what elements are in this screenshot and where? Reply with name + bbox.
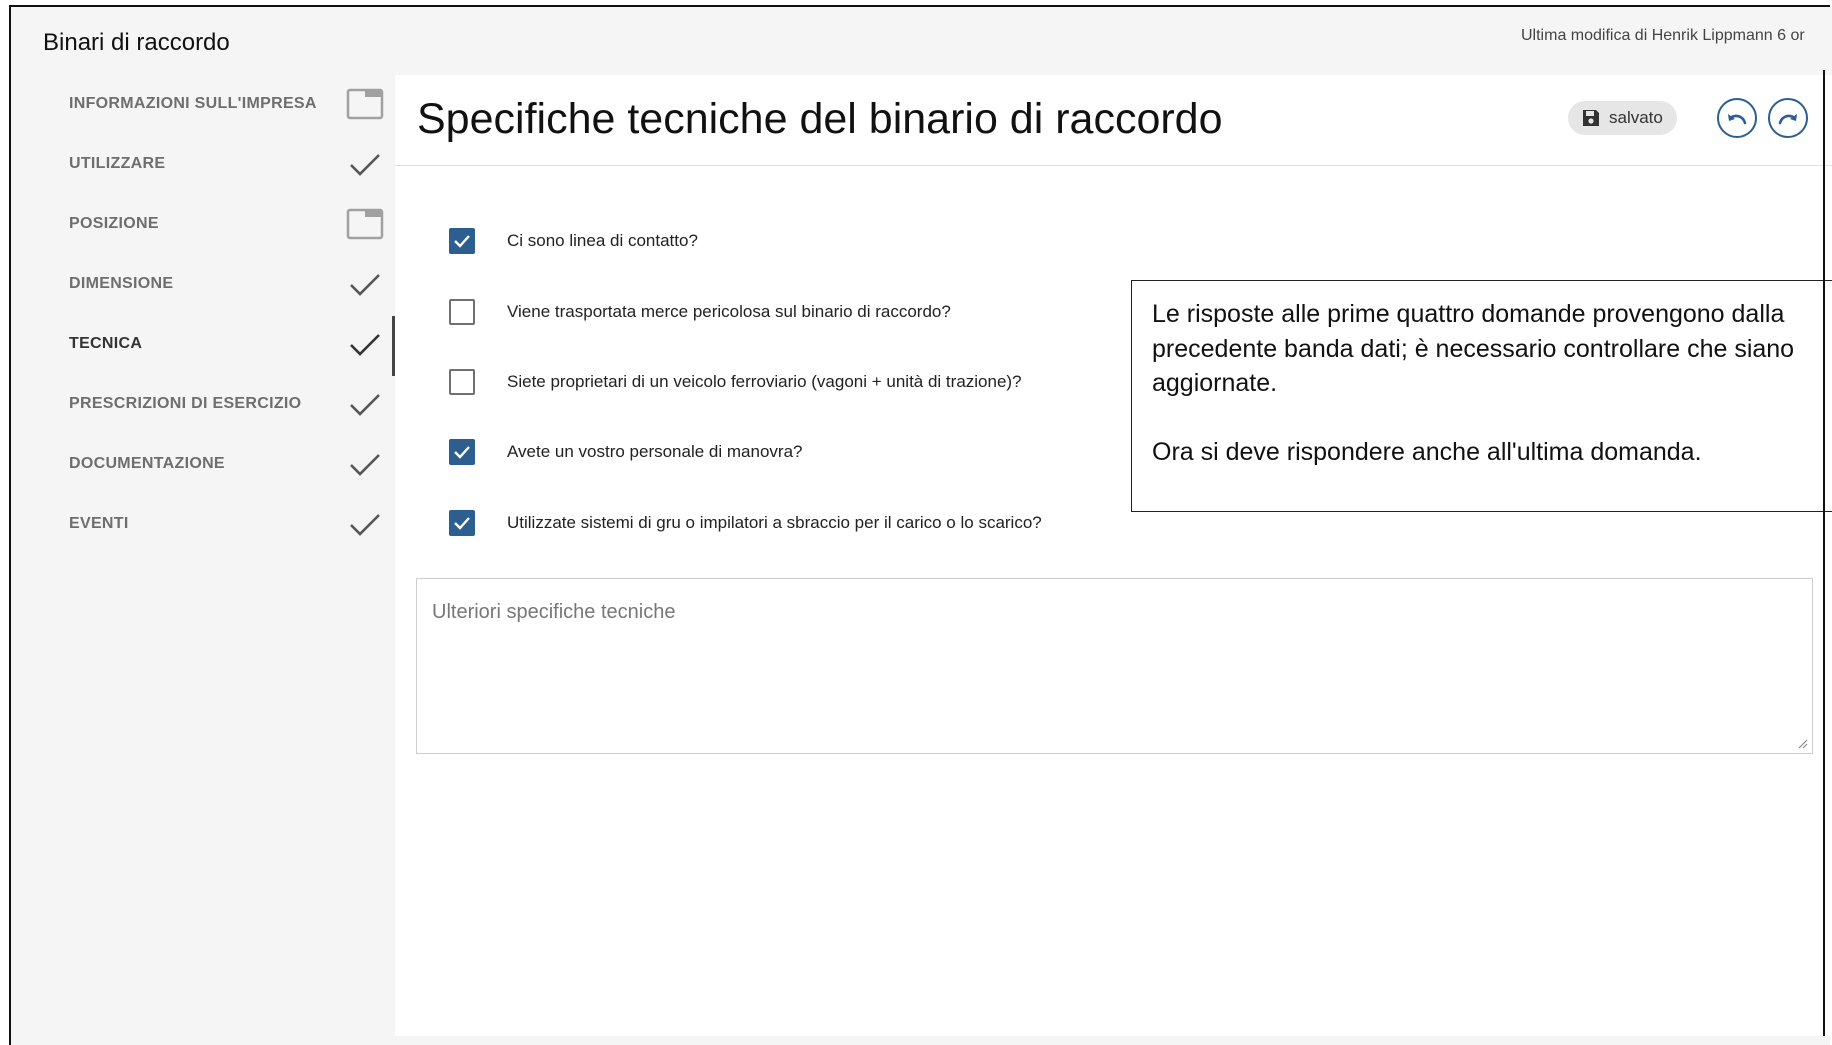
question-row-dangerous-goods[interactable]: Viene trasportata merce pericolosa sul b… — [449, 297, 951, 327]
window-icon — [346, 208, 384, 240]
question-row-cranes[interactable]: Utilizzate sistemi di gru o impilatori a… — [449, 508, 1042, 538]
question-label: Viene trasportata merce pericolosa sul b… — [507, 302, 951, 321]
check-icon — [350, 514, 380, 536]
sidebar-item-label: DOCUMENTAZIONE — [69, 455, 225, 472]
sidebar-item-label: TECNICA — [69, 335, 143, 352]
check-icon — [350, 454, 380, 476]
sidebar-item-tecnica[interactable]: TECNICA — [11, 315, 394, 375]
top-bar: Binari di raccordo Ultima modifica di He… — [11, 7, 1832, 75]
undo-button[interactable] — [1717, 98, 1757, 138]
undo-icon — [1728, 114, 1747, 125]
sidebar-item-dimensione[interactable]: DIMENSIONE — [11, 255, 394, 315]
sidebar-item-utilizzare[interactable]: UTILIZZARE — [11, 135, 394, 195]
question-row-vehicle-owner[interactable]: Siete proprietari di un veicolo ferrovia… — [449, 367, 1022, 397]
sidebar-item-label: POSIZIONE — [69, 215, 159, 232]
check-icon — [454, 235, 470, 248]
check-icon — [350, 394, 380, 416]
question-label: Avete un vostro personale di manovra? — [507, 442, 803, 461]
saved-label: salvato — [1609, 108, 1663, 127]
header-divider — [395, 165, 1832, 166]
sidebar: INFORMAZIONI SULL'IMPRESA UTILIZZARE POS… — [11, 75, 394, 1036]
frame-right-edge — [1823, 70, 1825, 1036]
checkbox-unchecked[interactable] — [449, 369, 475, 395]
checkbox-checked[interactable] — [449, 439, 475, 465]
question-row-contact-line[interactable]: Ci sono linea di contatto? — [449, 226, 698, 256]
check-icon — [350, 154, 380, 176]
sidebar-item-label: UTILIZZARE — [69, 155, 166, 172]
checkbox-unchecked[interactable] — [449, 299, 475, 325]
saved-status-badge: salvato — [1568, 101, 1677, 135]
sidebar-item-prescrizioni[interactable]: PRESCRIZIONI DI ESERCIZIO — [11, 375, 394, 435]
question-row-shunting-staff[interactable]: Avete un vostro personale di manovra? — [449, 437, 802, 467]
technical-specs-textarea[interactable]: Ulteriori specifiche tecniche — [416, 578, 1813, 754]
sidebar-item-eventi[interactable]: EVENTI — [11, 495, 394, 555]
check-icon — [454, 446, 470, 459]
redo-button[interactable] — [1768, 98, 1808, 138]
info-note-box: Le risposte alle prime quattro domande p… — [1131, 280, 1832, 512]
sidebar-item-posizione[interactable]: POSIZIONE — [11, 195, 394, 255]
sidebar-item-label: EVENTI — [69, 515, 129, 532]
question-label: Ci sono linea di contatto? — [507, 231, 698, 250]
sidebar-item-informazioni[interactable]: INFORMAZIONI SULL'IMPRESA — [11, 75, 394, 135]
note-paragraph: Le risposte alle prime quattro domande p… — [1152, 300, 1795, 397]
sidebar-item-documentazione[interactable]: DOCUMENTAZIONE — [11, 435, 394, 495]
check-icon — [454, 517, 470, 530]
resize-handle-icon[interactable] — [1796, 737, 1808, 749]
window-icon — [346, 88, 384, 120]
sidebar-item-label: PRESCRIZIONI DI ESERCIZIO — [69, 395, 302, 412]
sidebar-item-label: INFORMAZIONI SULL'IMPRESA — [69, 95, 317, 112]
question-label: Utilizzate sistemi di gru o impilatori a… — [507, 513, 1042, 532]
check-icon — [350, 334, 380, 356]
redo-icon — [1778, 114, 1797, 125]
main-panel: Specifiche tecniche del binario di racco… — [395, 75, 1832, 1036]
floppy-disk-icon — [1583, 110, 1599, 126]
page-title: Specifiche tecniche del binario di racco… — [417, 95, 1223, 143]
textarea-placeholder: Ulteriori specifiche tecniche — [432, 601, 676, 623]
check-icon — [350, 274, 380, 296]
note-paragraph: Ora si deve rispondere anche all'ultima … — [1152, 437, 1702, 466]
checkbox-checked[interactable] — [449, 228, 475, 254]
question-label: Siete proprietari di un veicolo ferrovia… — [507, 372, 1022, 391]
last-modified-text: Ultima modifica di Henrik Lippmann 6 or — [1521, 27, 1805, 44]
app-title: Binari di raccordo — [43, 29, 230, 56]
checkbox-checked[interactable] — [449, 510, 475, 536]
sidebar-item-label: DIMENSIONE — [69, 275, 174, 292]
